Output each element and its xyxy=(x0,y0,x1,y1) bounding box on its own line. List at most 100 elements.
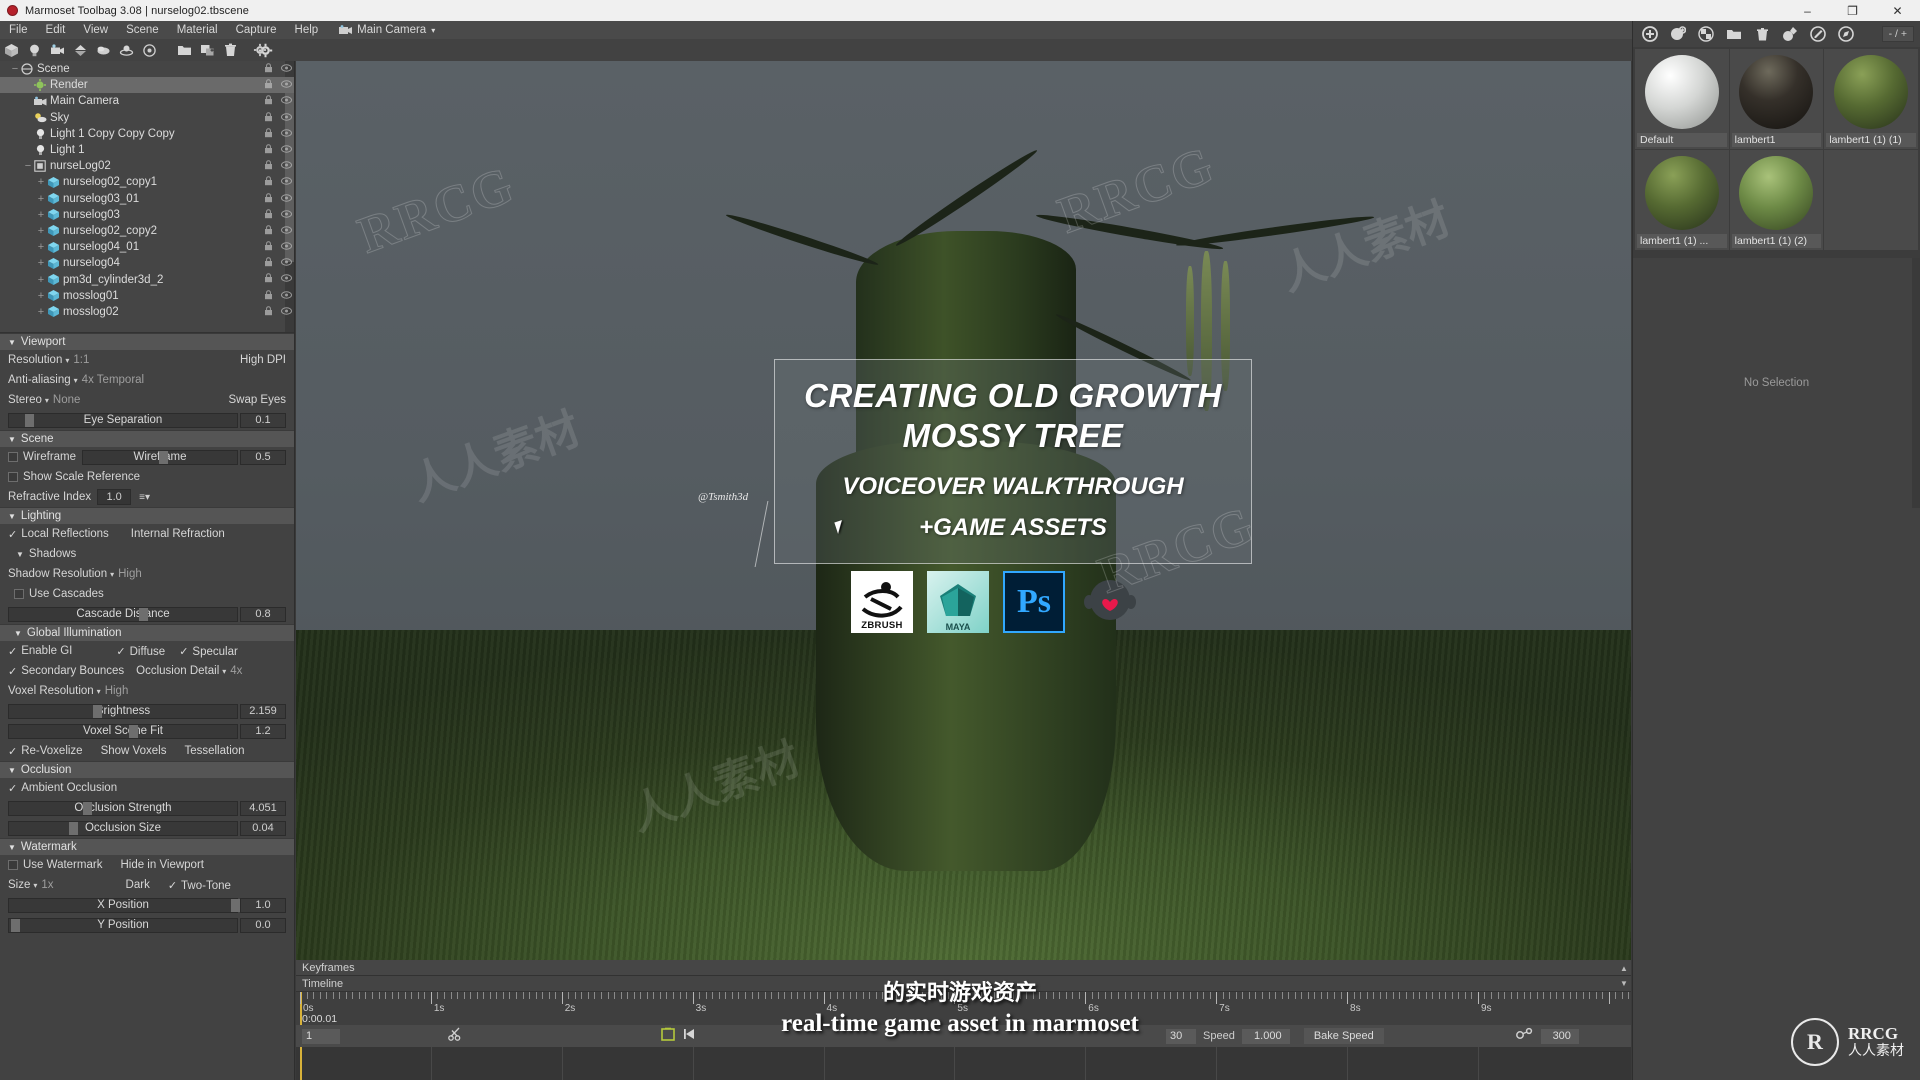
checker-icon[interactable] xyxy=(1693,22,1719,46)
tree-expander[interactable]: + xyxy=(36,257,46,269)
add-fog-icon[interactable] xyxy=(92,39,115,61)
row-x-position[interactable]: X Position 1.0 xyxy=(0,895,294,915)
row-wireframe[interactable]: Wireframe Wireframe 0.5 xyxy=(0,447,294,467)
tree-row-toggles[interactable] xyxy=(264,306,292,316)
tree-row-toggles[interactable] xyxy=(264,257,292,267)
visibility-icon[interactable] xyxy=(281,95,292,105)
section-header-global-illumination[interactable]: ▼ Global Illumination xyxy=(0,624,294,641)
label-dark[interactable]: Dark xyxy=(126,879,150,891)
row-refractive-index[interactable]: Refractive Index 1.0 ≡▾ xyxy=(0,487,294,507)
tree-expander[interactable]: + xyxy=(36,176,46,188)
value-occlusion-strength[interactable]: 4.051 xyxy=(240,800,286,816)
edit-material-icon[interactable] xyxy=(1805,22,1831,46)
chevron-down-icon[interactable]: ▾ xyxy=(110,570,114,579)
material-cell[interactable]: lambert1 (1) (2) xyxy=(1729,150,1824,250)
row-secondary-bounces[interactable]: ✓ Secondary Bounces Occlusion Detail ▾ 4… xyxy=(0,661,294,681)
use-cascades-checkbox[interactable] xyxy=(14,589,24,599)
slider-knob[interactable] xyxy=(83,801,92,815)
value-refractive-index[interactable]: 1.0 xyxy=(97,489,132,505)
voxel-scene-fit-slider[interactable]: Voxel Scene Fit xyxy=(8,723,238,739)
viewport-settings-gear-icon[interactable] xyxy=(248,39,272,61)
lock-icon[interactable] xyxy=(264,306,273,316)
right-panel-scrollbar[interactable] xyxy=(1912,258,1920,508)
value-y-position[interactable]: 0.0 xyxy=(240,917,286,933)
chevron-down-icon[interactable]: ▾ xyxy=(74,376,78,385)
tree-expander[interactable]: + xyxy=(36,274,46,286)
lock-icon[interactable] xyxy=(264,127,273,138)
keyframes-scroll-arrows[interactable]: ▲ xyxy=(1619,960,1629,976)
visibility-icon[interactable] xyxy=(281,128,292,138)
row-occlusion-strength[interactable]: Occlusion Strength 4.051 xyxy=(0,798,294,818)
tree-node-light-1[interactable]: Light 1 xyxy=(0,142,294,158)
lock-icon[interactable] xyxy=(264,192,273,203)
visibility-icon[interactable] xyxy=(281,306,292,316)
tree-node-nurselog04-01[interactable]: + nurselog04_01 xyxy=(0,239,294,255)
tree-node-scene[interactable]: − Scene xyxy=(0,61,294,77)
chevron-down-icon[interactable]: ▾ xyxy=(65,356,69,365)
value-cascade-distance[interactable]: 0.8 xyxy=(240,606,286,622)
row-cascade-distance[interactable]: Cascade Distance 0.8 xyxy=(0,604,294,624)
row-watermark-size[interactable]: Size ▾ 1x Dark ✓ Two-Tone xyxy=(0,875,294,895)
label-tessellation[interactable]: Tessellation xyxy=(184,745,244,757)
tree-node-nurselog02[interactable]: − nurseLog02 xyxy=(0,158,294,174)
tree-node-sky[interactable]: Sky xyxy=(0,110,294,126)
row-occlusion-size[interactable]: Occlusion Size 0.04 xyxy=(0,818,294,838)
material-count-stepper[interactable]: - / + xyxy=(1881,26,1914,42)
section-header-viewport[interactable]: ▼ Viewport xyxy=(0,333,294,350)
3d-viewport[interactable]: RRCG RRCG RRCG 人人素材 人人素材 人人素材 CREATING O… xyxy=(296,61,1631,960)
slider-knob[interactable] xyxy=(139,607,148,621)
value-brightness[interactable]: 2.159 xyxy=(240,703,286,719)
menu-view[interactable]: View xyxy=(74,21,117,39)
close-button[interactable]: ✕ xyxy=(1875,0,1920,21)
tree-expander[interactable]: + xyxy=(36,290,46,302)
chevron-down-icon[interactable]: ▾ xyxy=(222,667,226,676)
lock-icon[interactable] xyxy=(264,79,273,89)
eye-separation-slider[interactable]: Eye Separation xyxy=(8,412,238,428)
visibility-icon[interactable] xyxy=(281,225,292,235)
maximize-button[interactable]: ❐ xyxy=(1830,0,1875,21)
slider-knob[interactable] xyxy=(93,704,102,718)
label-re-voxelize[interactable]: Re-Voxelize xyxy=(21,745,82,757)
row-resolution[interactable]: Resolution ▾ 1:1 High DPI xyxy=(0,350,294,370)
lock-icon[interactable] xyxy=(264,176,273,186)
tree-row-toggles[interactable] xyxy=(264,160,292,170)
value-x-position[interactable]: 1.0 xyxy=(240,897,286,913)
visibility-icon[interactable] xyxy=(281,176,292,186)
use-watermark-checkbox[interactable] xyxy=(8,860,18,870)
minimize-button[interactable]: – xyxy=(1785,0,1830,21)
tree-row-toggles[interactable] xyxy=(264,289,292,300)
tree-node-light-1-copy-copy-copy[interactable]: Light 1 Copy Copy Copy xyxy=(0,126,294,142)
scene-tree[interactable]: − Scene Render Main Camera Sky Light 1 Copy C… xyxy=(0,61,294,333)
tree-row-toggles[interactable] xyxy=(264,208,292,219)
label-swap-eyes[interactable]: Swap Eyes xyxy=(228,394,286,406)
chevron-down-icon[interactable]: ▾ xyxy=(97,687,101,696)
tree-node-nurselog03[interactable]: + nurselog03 xyxy=(0,207,294,223)
label-show-voxels[interactable]: Show Voxels xyxy=(101,745,167,757)
material-cell[interactable]: lambert1 (1) ... xyxy=(1635,150,1729,250)
tree-row-toggles[interactable] xyxy=(264,79,292,89)
lock-icon[interactable] xyxy=(264,257,273,267)
visibility-icon[interactable] xyxy=(281,257,292,267)
trash-icon[interactable] xyxy=(1749,22,1775,46)
row-enable-gi[interactable]: ✓ Enable GI ✓ Diffuse ✓ Specular xyxy=(0,641,294,661)
section-header-watermark[interactable]: ▼ Watermark xyxy=(0,838,294,855)
keyframes-track-header[interactable]: Keyframes ▲ xyxy=(296,960,1631,976)
add-light-icon[interactable] xyxy=(23,39,46,61)
label-hide-in-viewport[interactable]: Hide in Viewport xyxy=(120,859,204,871)
x-position-slider[interactable]: X Position xyxy=(8,897,240,913)
cascade-distance-slider[interactable]: Cascade Distance xyxy=(8,606,238,622)
row-use-cascades[interactable]: Use Cascades xyxy=(0,584,294,604)
menu-edit[interactable]: Edit xyxy=(37,21,75,39)
wireframe-slider[interactable]: Wireframe xyxy=(82,449,238,465)
open-folder-icon[interactable] xyxy=(173,39,196,61)
lock-icon[interactable] xyxy=(264,289,273,300)
add-turntable-icon[interactable] xyxy=(115,39,138,61)
lock-icon[interactable] xyxy=(264,111,273,122)
lock-icon[interactable] xyxy=(264,225,273,235)
lock-icon[interactable] xyxy=(264,160,273,170)
tree-node-nurselog04[interactable]: + nurselog04 xyxy=(0,255,294,271)
tree-row-toggles[interactable] xyxy=(264,192,292,203)
row-show-scale-reference[interactable]: Show Scale Reference xyxy=(0,467,294,487)
row-brightness[interactable]: Brightness 2.159 xyxy=(0,701,294,721)
lock-icon[interactable] xyxy=(264,144,273,154)
